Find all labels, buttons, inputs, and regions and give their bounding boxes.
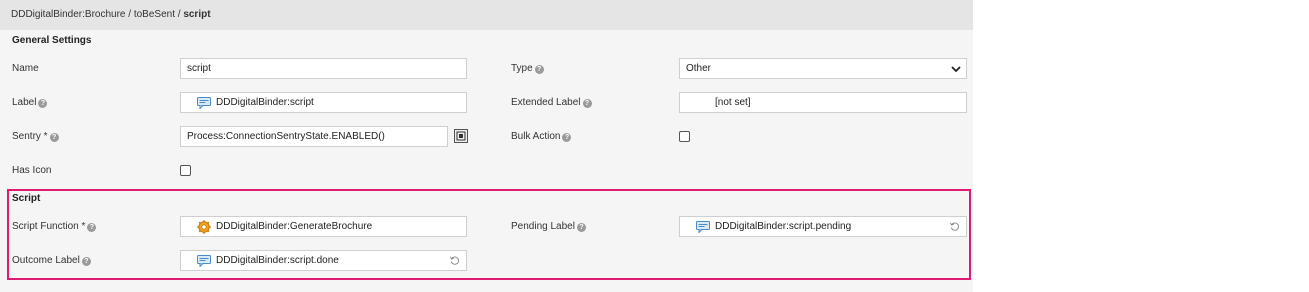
help-icon[interactable]: ?: [576, 223, 586, 232]
bulk-action-label: Bulk Action?: [511, 130, 572, 144]
expression-editor-icon: [456, 131, 466, 141]
outcome-label-input[interactable]: DDDigitalBinder:script.done: [180, 250, 467, 271]
help-icon[interactable]: ?: [87, 223, 97, 232]
help-icon[interactable]: ?: [582, 99, 592, 108]
label-chip-icon: [197, 96, 211, 109]
expression-editor-button[interactable]: [454, 129, 468, 143]
sentry-input[interactable]: Process:ConnectionSentryState.ENABLED(): [180, 126, 448, 147]
extended-label-input[interactable]: [not set]: [679, 92, 967, 113]
reset-icon[interactable]: [449, 255, 460, 266]
help-icon[interactable]: ?: [49, 133, 59, 142]
sentry-label: Sentry *?: [12, 130, 59, 144]
has-icon-label: Has Icon: [12, 165, 52, 176]
label-chip-icon: [696, 220, 710, 233]
script-function-input[interactable]: DDDigitalBinder:GenerateBrochure: [180, 216, 467, 237]
script-section-title: Script: [12, 193, 41, 204]
label-chip-icon: [197, 254, 211, 267]
general-settings-title: General Settings: [12, 35, 92, 46]
bulk-action-checkbox[interactable]: [679, 131, 690, 142]
type-select[interactable]: Other: [679, 58, 967, 79]
pending-label-label: Pending Label?: [511, 220, 586, 234]
name-label: Name: [12, 63, 39, 74]
pending-label-input[interactable]: DDDigitalBinder:script.pending: [679, 216, 967, 237]
breadcrumb-path: DDDigitalBinder:Brochure / toBeSent /: [11, 9, 184, 20]
help-icon[interactable]: ?: [38, 99, 48, 108]
settings-panel: DDDigitalBinder:Brochure / toBeSent / sc…: [0, 0, 973, 292]
outcome-label-label: Outcome Label?: [12, 254, 91, 268]
extended-label-label: Extended Label?: [511, 96, 592, 110]
label-input[interactable]: DDDigitalBinder:script: [180, 92, 467, 113]
reset-icon[interactable]: [949, 221, 960, 232]
type-label: Type?: [511, 62, 544, 76]
label-label: Label?: [12, 96, 48, 110]
help-icon[interactable]: ?: [81, 257, 91, 266]
help-icon[interactable]: ?: [534, 65, 544, 74]
breadcrumb-current: script: [183, 9, 211, 20]
name-input[interactable]: script: [180, 58, 467, 79]
has-icon-checkbox[interactable]: [180, 165, 191, 176]
chevron-down-icon: [951, 66, 961, 73]
script-function-label: Script Function *?: [12, 220, 97, 234]
gear-icon: [197, 219, 211, 234]
breadcrumb: DDDigitalBinder:Brochure / toBeSent / sc…: [0, 0, 973, 30]
help-icon[interactable]: ?: [562, 133, 572, 142]
